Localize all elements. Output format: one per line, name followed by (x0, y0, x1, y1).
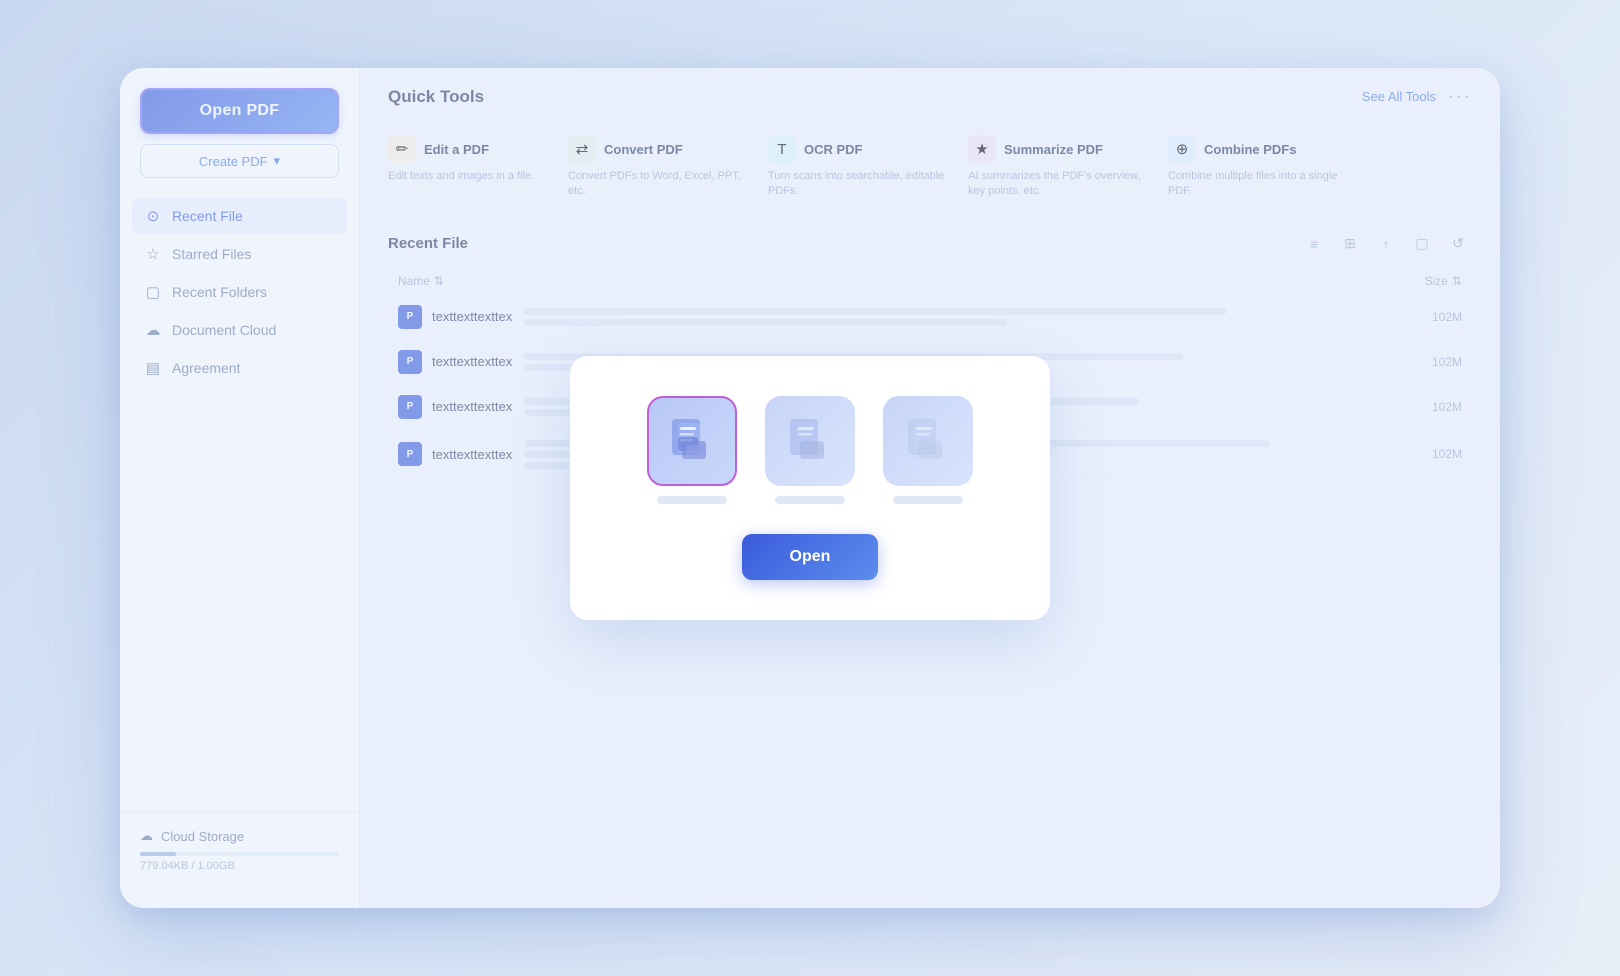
modal-file-label (893, 496, 963, 504)
modal-file-label (775, 496, 845, 504)
modal-box: Open (570, 356, 1050, 620)
modal-file-icon-3 (883, 396, 973, 486)
modal-file-card-2[interactable] (765, 396, 855, 504)
modal-overlay: Open (120, 68, 1500, 908)
modal-open-button[interactable]: Open (742, 534, 879, 580)
modal-file-label (657, 496, 727, 504)
modal-file-card-3[interactable] (883, 396, 973, 504)
modal-files-row (647, 396, 973, 504)
modal-file-card-1[interactable] (647, 396, 737, 504)
modal-file-icon-1 (647, 396, 737, 486)
app-window: Open PDF Create PDF ▾ ⊙ Recent File ☆ St… (120, 68, 1500, 908)
modal-file-icon-2 (765, 396, 855, 486)
